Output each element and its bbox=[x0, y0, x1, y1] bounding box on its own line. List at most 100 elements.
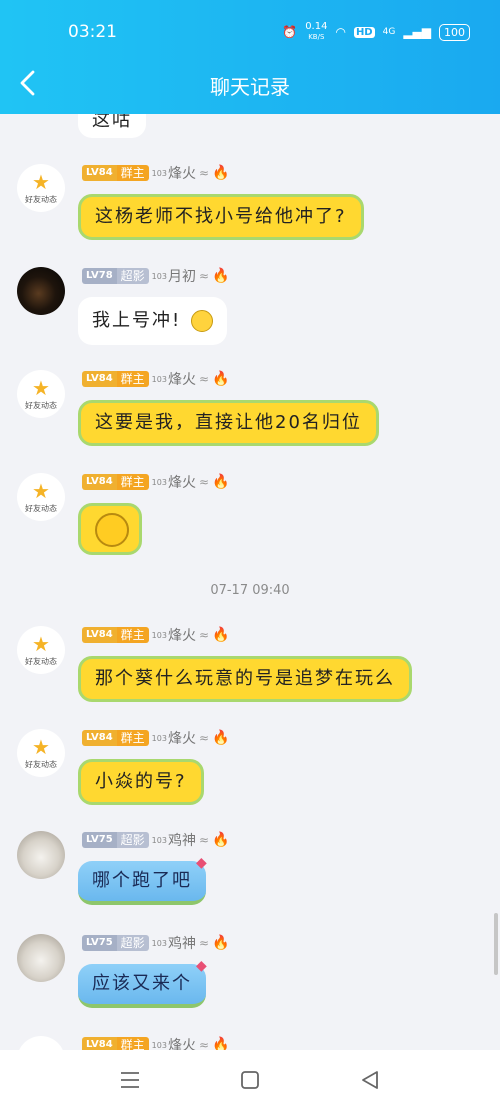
level-badge: LV84 bbox=[82, 1037, 117, 1050]
role-badge: 群主 bbox=[116, 474, 149, 490]
status-icons: ⏰ 0.14 KB/S ◠ HD 4G ▂▄▆ 100 bbox=[282, 22, 470, 42]
friend-feed-label: 好友动态 bbox=[25, 656, 57, 666]
sender-name[interactable]: 烽火 bbox=[168, 625, 196, 645]
chat-bubble[interactable]: 这要是我，直接让他20名归位 bbox=[78, 400, 379, 446]
sender-name[interactable]: 烽火 bbox=[168, 728, 196, 748]
network-speed: 0.14 KB/S bbox=[305, 22, 327, 42]
menu-icon[interactable] bbox=[118, 1068, 142, 1092]
flame-icon: 🔥 bbox=[212, 935, 230, 951]
wave-icon: ≈ bbox=[198, 628, 210, 642]
sender-name[interactable]: 月初 bbox=[168, 266, 196, 286]
kite-icon: ◆ bbox=[196, 855, 207, 871]
sender-meta: LV84 群主 103 烽火 ≈ 🔥 bbox=[82, 1036, 229, 1050]
avatar[interactable]: ★ 好友动态 bbox=[17, 164, 65, 212]
sender-name[interactable]: 烽火 bbox=[168, 1035, 196, 1050]
member-number: 103 bbox=[151, 374, 167, 384]
sender-name[interactable]: 烽火 bbox=[168, 163, 196, 183]
wave-icon: ≈ bbox=[198, 1038, 210, 1050]
chat-bubble-partial: 这咕 bbox=[78, 114, 146, 138]
avatar[interactable] bbox=[17, 831, 65, 879]
star-icon: ★ bbox=[32, 734, 50, 759]
member-number: 103 bbox=[151, 168, 167, 178]
level-badge: LV78 bbox=[82, 268, 117, 284]
chat-bubble[interactable]: 那个葵什么玩意的号是追梦在玩么 bbox=[78, 656, 412, 702]
wave-icon: ≈ bbox=[198, 833, 210, 847]
speed-unit: KB/S bbox=[308, 33, 325, 41]
sender-meta: LV75 超影 103 鸡神 ≈ 🔥 bbox=[82, 934, 229, 952]
role-badge: 群主 bbox=[116, 165, 149, 181]
sender-meta: LV84 群主 103 烽火 ≈ 🔥 bbox=[82, 473, 229, 491]
page-title: 聊天记录 bbox=[210, 75, 290, 99]
member-number: 103 bbox=[151, 835, 167, 845]
level-badge: LV84 bbox=[82, 627, 117, 643]
avatar[interactable]: ★ bbox=[17, 1036, 65, 1050]
hd-badge: HD bbox=[353, 26, 375, 38]
smirk-emoji-icon bbox=[95, 513, 129, 547]
wave-icon: ≈ bbox=[198, 936, 210, 950]
member-number: 103 bbox=[151, 733, 167, 743]
sender-meta: LV75 超影 103 鸡神 ≈ 🔥 bbox=[82, 831, 229, 849]
sender-name[interactable]: 鸡神 bbox=[168, 830, 196, 850]
flame-icon: 🔥 bbox=[212, 371, 230, 387]
scrollbar[interactable] bbox=[494, 913, 498, 975]
star-icon: ★ bbox=[32, 478, 50, 503]
wave-icon: ≈ bbox=[198, 269, 210, 283]
avatar[interactable]: ★ 好友动态 bbox=[17, 729, 65, 777]
member-number: 103 bbox=[151, 477, 167, 487]
role-badge: 群主 bbox=[116, 1037, 149, 1050]
sender-meta: LV84 群主 103 烽火 ≈ 🔥 bbox=[82, 729, 229, 747]
avatar[interactable]: ★ 好友动态 bbox=[17, 473, 65, 521]
chat-bubble[interactable]: 应该又来个 bbox=[78, 964, 206, 1008]
wave-icon: ≈ bbox=[198, 475, 210, 489]
level-badge: LV84 bbox=[82, 730, 117, 746]
role-badge: 群主 bbox=[116, 730, 149, 746]
system-nav-bar bbox=[0, 1050, 500, 1111]
chat-bubble[interactable]: 这杨老师不找小号给他冲了? bbox=[78, 194, 364, 240]
sender-meta: LV78 超影 103 月初 ≈ 🔥 bbox=[82, 267, 229, 285]
back-triangle-icon[interactable] bbox=[358, 1068, 382, 1092]
chat-bubble[interactable]: 哪个跑了吧 bbox=[78, 861, 206, 905]
status-time: 03:21 bbox=[68, 22, 117, 42]
sender-name[interactable]: 鸡神 bbox=[168, 933, 196, 953]
chat-bubble[interactable]: 我上号冲! bbox=[78, 297, 228, 345]
home-icon[interactable] bbox=[238, 1068, 262, 1092]
role-badge: 超影 bbox=[116, 832, 149, 848]
battery-indicator: 100 bbox=[439, 23, 470, 41]
smile-emoji-icon bbox=[191, 310, 214, 332]
avatar[interactable]: ★ 好友动态 bbox=[17, 626, 65, 674]
level-badge: LV84 bbox=[82, 371, 117, 387]
avatar[interactable]: ★ 好友动态 bbox=[17, 370, 65, 418]
chat-history-list[interactable]: 这咕 ★ 好友动态 LV84 群主 103 烽火 ≈ 🔥 这杨老师不找小号给他冲… bbox=[0, 114, 500, 1050]
flame-icon: 🔥 bbox=[212, 1037, 230, 1050]
wave-icon: ≈ bbox=[198, 372, 210, 386]
sender-name[interactable]: 烽火 bbox=[168, 472, 196, 492]
flame-icon: 🔥 bbox=[212, 268, 230, 284]
friend-feed-label: 好友动态 bbox=[25, 400, 57, 410]
wifi-icon: ◠ bbox=[335, 25, 346, 39]
sender-meta: LV84 群主 103 烽火 ≈ 🔥 bbox=[82, 370, 229, 388]
speed-value: 0.14 bbox=[305, 21, 328, 32]
sender-name[interactable]: 烽火 bbox=[168, 369, 196, 389]
flame-icon: 🔥 bbox=[212, 165, 230, 181]
chat-bubble-text: 我上号冲! bbox=[92, 310, 182, 331]
flame-icon: 🔥 bbox=[212, 627, 230, 643]
chat-bubble[interactable]: 小焱的号? bbox=[78, 759, 204, 805]
level-badge: LV75 bbox=[82, 832, 117, 848]
friend-feed-label: 好友动态 bbox=[25, 194, 57, 204]
star-icon: ★ bbox=[32, 631, 50, 656]
wave-icon: ≈ bbox=[198, 731, 210, 745]
member-number: 103 bbox=[151, 271, 167, 281]
avatar[interactable] bbox=[17, 934, 65, 982]
avatar[interactable] bbox=[17, 267, 65, 315]
member-number: 103 bbox=[151, 630, 167, 640]
kite-icon: ◆ bbox=[196, 958, 207, 974]
header-bar: 03:21 ⏰ 0.14 KB/S ◠ HD 4G ▂▄▆ 100 聊天记录 bbox=[0, 0, 500, 114]
level-badge: LV84 bbox=[82, 165, 117, 181]
star-icon: ★ bbox=[32, 169, 50, 194]
member-number: 103 bbox=[151, 938, 167, 948]
signal-icon: ▂▄▆ bbox=[403, 25, 431, 39]
network-type: 4G bbox=[382, 27, 396, 37]
role-badge: 超影 bbox=[116, 935, 149, 951]
friend-feed-label: 好友动态 bbox=[25, 759, 57, 769]
sender-meta: LV84 群主 103 烽火 ≈ 🔥 bbox=[82, 164, 229, 182]
